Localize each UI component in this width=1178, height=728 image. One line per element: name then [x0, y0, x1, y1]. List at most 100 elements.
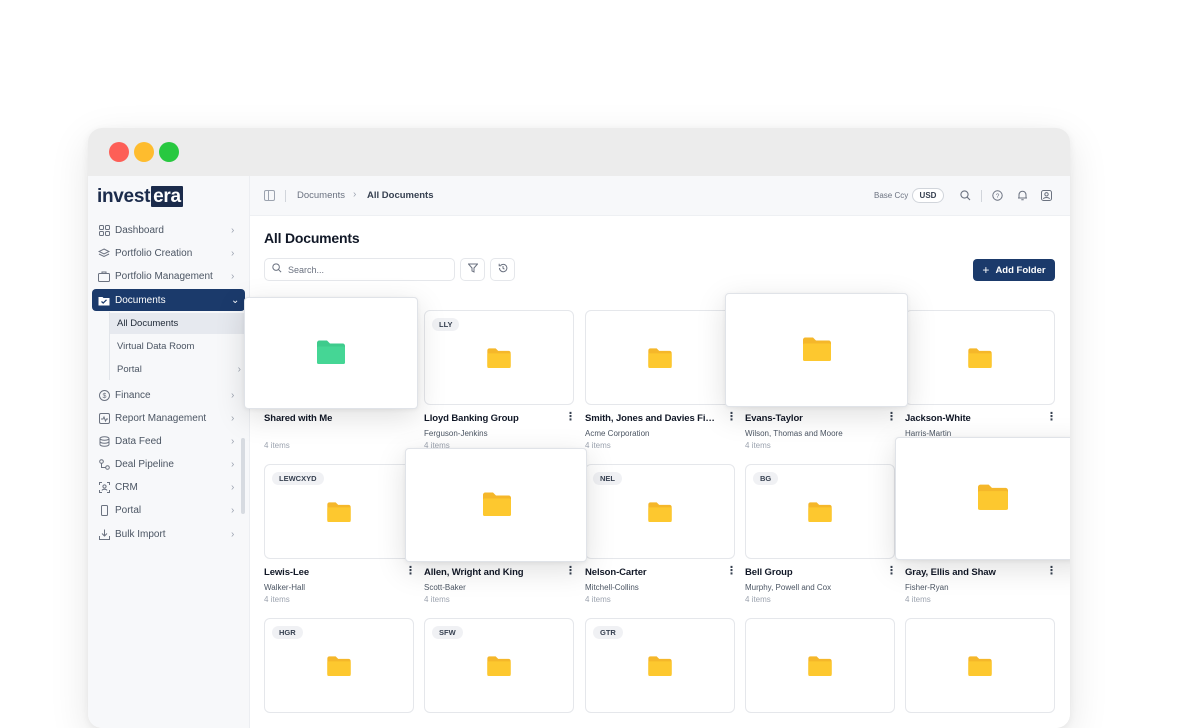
sidebar-item-documents[interactable]: Documents ⌄	[92, 289, 245, 311]
maximize-window-button[interactable]	[159, 142, 179, 162]
folder-thumbnail[interactable]	[745, 618, 895, 713]
folder-thumbnail[interactable]: GTR	[585, 618, 735, 713]
sidebar-item-deal-pipeline[interactable]: Deal Pipeline ›	[92, 453, 245, 475]
folder-name[interactable]: Nelson-Carter	[585, 567, 717, 578]
sidebar-item-finance[interactable]: $ Finance ›	[92, 384, 245, 406]
divider	[981, 190, 982, 202]
folder-tag: LEWCXYD	[272, 472, 324, 485]
folder-card[interactable]: BG Bell Group ⋮ Murphy, Powell and Cox 4 ite…	[745, 464, 897, 604]
chevron-right-icon: ›	[231, 412, 235, 424]
sidebar-item-report-management[interactable]: Report Management ›	[92, 407, 245, 429]
pipeline-icon	[98, 458, 110, 470]
folder-card[interactable]: Jackson-White ⋮ Harris-Martin	[905, 310, 1057, 450]
folder-name[interactable]: Smith, Jones and Davies Fina...	[585, 413, 717, 424]
sidebar-toggle-icon[interactable]	[264, 190, 275, 201]
sidebar-subitem-all-documents[interactable]: All Documents	[110, 313, 244, 334]
folder-thumbnail[interactable]	[585, 310, 735, 405]
sidebar-item-portal[interactable]: Portal ›	[92, 499, 245, 521]
import-icon	[98, 528, 110, 540]
chevron-right-icon: ›	[237, 364, 241, 375]
folder-check-icon	[98, 294, 110, 306]
user-profile-icon[interactable]	[1038, 187, 1054, 203]
folder-icon	[648, 502, 672, 527]
more-options-icon[interactable]: ⋮	[726, 566, 737, 577]
more-options-icon[interactable]: ⋮	[1046, 566, 1057, 577]
more-options-icon[interactable]: ⋮	[405, 566, 416, 577]
floating-folder-card[interactable]	[405, 448, 587, 562]
folder-name[interactable]: Evans-Taylor	[745, 413, 877, 424]
folder-thumbnail[interactable]: LLY	[424, 310, 574, 405]
folder-card[interactable]: Smith, Jones and Davies Fina... ⋮ Acme Cor…	[585, 310, 737, 450]
sidebar-subitem-virtual-data-room[interactable]: Virtual Data Room	[110, 336, 244, 357]
more-options-icon[interactable]: ⋮	[1046, 412, 1057, 423]
folder-thumbnail[interactable]: NEL	[585, 464, 735, 559]
chevron-right-icon: ›	[231, 224, 235, 236]
folder-icon	[978, 484, 1008, 510]
search-input[interactable]	[288, 264, 448, 275]
sidebar-item-portfolio-creation[interactable]: Portfolio Creation ›	[92, 242, 245, 264]
page-title: All Documents	[264, 230, 360, 246]
folder-name[interactable]: Jackson-White	[905, 413, 1037, 424]
minimize-window-button[interactable]	[134, 142, 154, 162]
folder-card[interactable]: SFW	[424, 618, 574, 728]
sidebar-item-dashboard[interactable]: Dashboard ›	[92, 219, 245, 241]
currency-selector[interactable]: USD	[912, 188, 944, 203]
folder-name[interactable]: Bell Group	[745, 567, 877, 578]
more-options-icon[interactable]: ⋮	[565, 412, 576, 423]
add-folder-button[interactable]: + Add Folder	[973, 259, 1055, 281]
folder-tag: SFW	[432, 626, 463, 639]
history-button[interactable]	[490, 258, 515, 281]
more-options-icon[interactable]: ⋮	[726, 412, 737, 423]
breadcrumb-documents[interactable]: Documents	[297, 190, 345, 201]
folder-name[interactable]: Lewis-Lee	[264, 567, 396, 578]
more-options-icon[interactable]: ⋮	[886, 412, 897, 423]
logo-text: invest	[97, 186, 151, 207]
folder-thumbnail[interactable]: BG	[745, 464, 895, 559]
folder-item-count: 4 items	[424, 595, 450, 604]
folder-icon	[317, 340, 345, 364]
floating-folder-card[interactable]	[895, 437, 1070, 560]
folder-item-count: 4 items	[264, 441, 290, 450]
sidebar-item-bulk-import[interactable]: Bulk Import ›	[92, 523, 245, 545]
folder-thumbnail[interactable]	[905, 310, 1055, 405]
sidebar-item-data-feed[interactable]: Data Feed ›	[92, 430, 245, 452]
sidebar-item-portfolio-management[interactable]: Portfolio Management ›	[92, 265, 245, 287]
search-icon	[272, 263, 284, 276]
folder-thumbnail[interactable]: HGR	[264, 618, 414, 713]
folder-name[interactable]: Gray, Ellis and Shaw	[905, 567, 1037, 578]
folder-name[interactable]: Shared with Me	[264, 413, 396, 424]
sidebar-subitem-portal[interactable]: Portal ›	[110, 359, 244, 380]
folder-thumbnail[interactable]: SFW	[424, 618, 574, 713]
sidebar-item-crm[interactable]: CRM ›	[92, 476, 245, 498]
folder-icon	[968, 656, 992, 681]
chat-help-icon[interactable]: ?	[989, 187, 1005, 203]
more-options-icon[interactable]: ⋮	[565, 566, 576, 577]
folder-icon	[808, 656, 832, 681]
folder-subtitle: Wilson, Thomas and Moore	[745, 429, 843, 438]
folder-card[interactable]: HGR	[264, 618, 414, 728]
folder-card[interactable]: LLY Lloyd Banking Group ⋮ Ferguson-Jenkins 4…	[424, 310, 576, 450]
folder-thumbnail[interactable]	[905, 618, 1055, 713]
folder-item-count: 4 items	[745, 595, 771, 604]
folder-card[interactable]: NEL Nelson-Carter ⋮ Mitchell-Collins 4 items	[585, 464, 737, 604]
close-window-button[interactable]	[109, 142, 129, 162]
bell-icon[interactable]	[1014, 187, 1030, 203]
folder-thumbnail[interactable]: LEWCXYD	[264, 464, 414, 559]
add-folder-label: Add Folder	[995, 264, 1046, 276]
folder-card[interactable]: GTR	[585, 618, 735, 728]
search-box[interactable]	[264, 258, 455, 281]
floating-folder-card[interactable]	[244, 297, 418, 409]
more-options-icon[interactable]: ⋮	[886, 566, 897, 577]
sidebar-scrollbar[interactable]	[241, 438, 245, 514]
folder-card[interactable]	[745, 618, 895, 728]
investera-logo[interactable]: invest era	[97, 186, 183, 207]
folder-card[interactable]	[905, 618, 1055, 728]
search-icon[interactable]	[957, 187, 973, 203]
floating-folder-card[interactable]	[725, 293, 908, 407]
folder-name[interactable]: Allen, Wright and King	[424, 567, 556, 578]
filter-button[interactable]	[460, 258, 485, 281]
folder-item-count: 4 items	[745, 441, 771, 450]
folder-name[interactable]: Lloyd Banking Group	[424, 413, 556, 424]
sidebar-subitem-label: All Documents	[117, 318, 179, 329]
folder-card[interactable]: LEWCXYD Lewis-Lee ⋮ Walker-Hall 4 items	[264, 464, 416, 604]
